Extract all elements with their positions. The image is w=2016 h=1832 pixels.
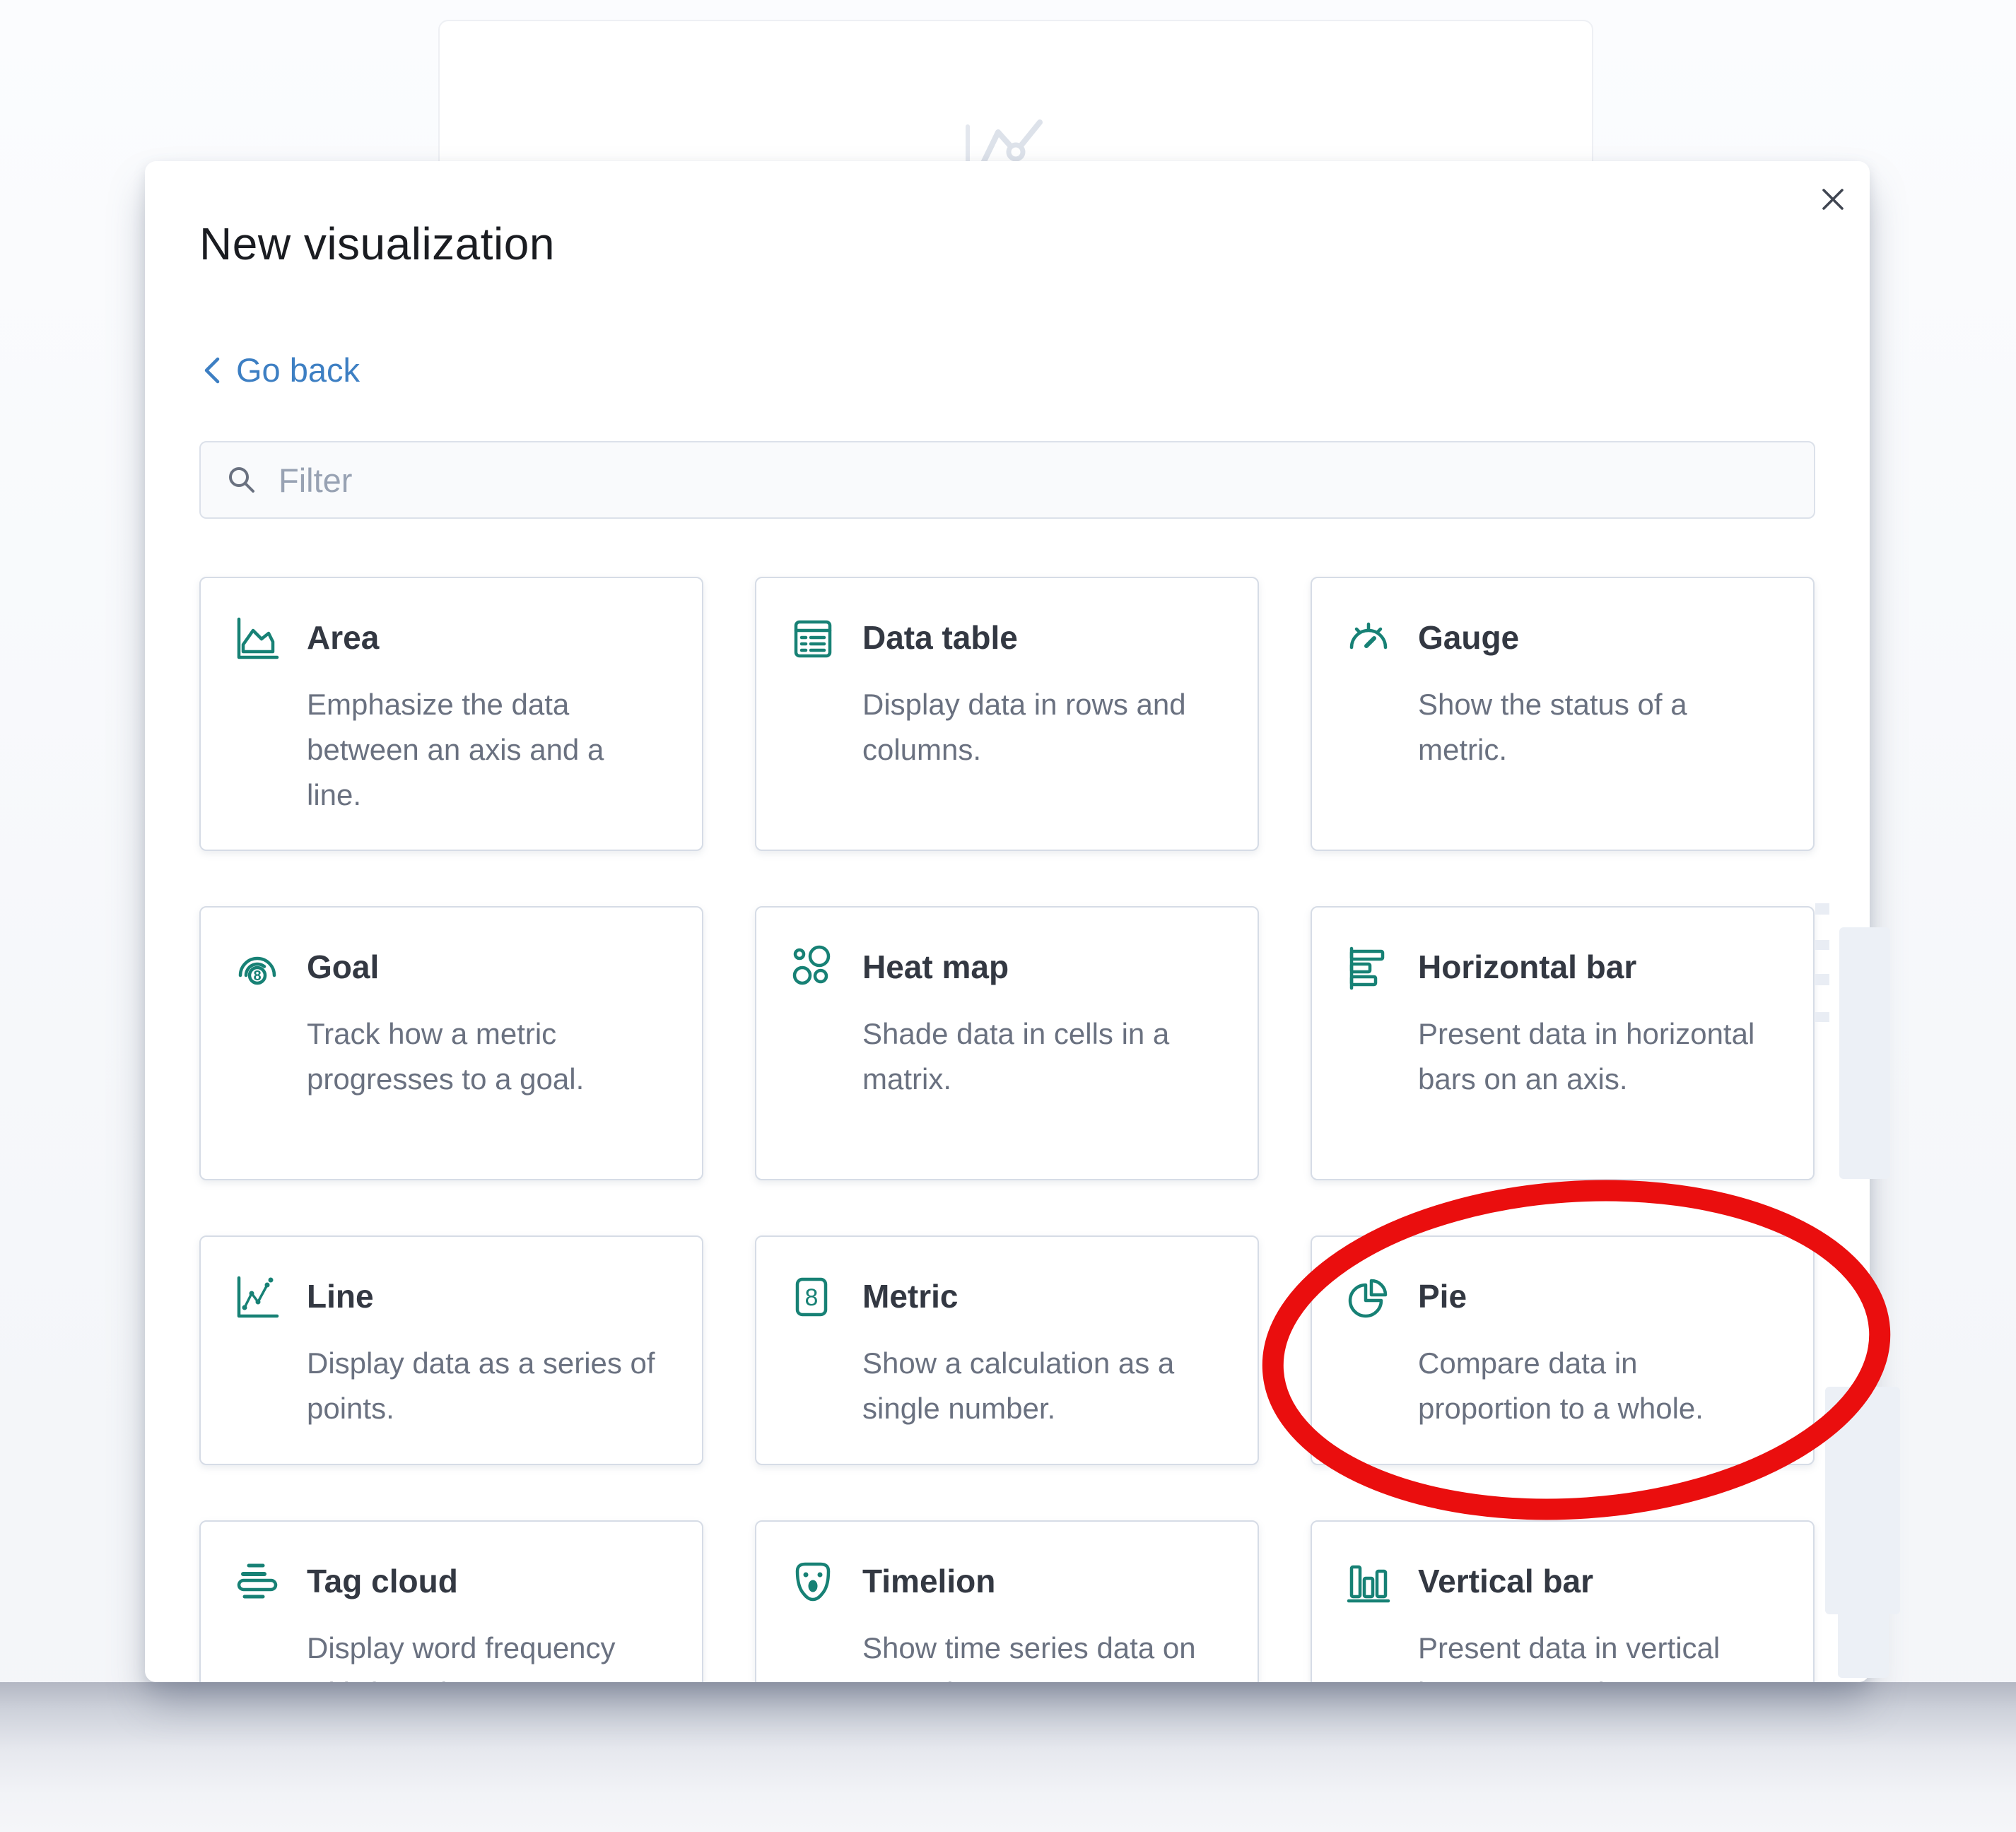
tag-cloud-icon: [232, 1557, 283, 1608]
card-desc: Show time series data on a graph.: [862, 1626, 1219, 1682]
card-desc: Show the status of a metric.: [1418, 682, 1775, 773]
faded-chart-fragment: [1815, 974, 1829, 985]
metric-icon: 8: [787, 1272, 838, 1323]
card-desc: Present data in horizontal bars on an ax…: [1418, 1011, 1775, 1102]
card-desc: Compare data in proportion to a whole.: [1418, 1341, 1775, 1431]
gauge-icon: [1343, 613, 1394, 664]
faded-chart-fragment: [1839, 927, 1890, 1179]
horizontal-bar-card[interactable]: Horizontal bar Present data in horizonta…: [1311, 906, 1815, 1180]
card-title: Timelion: [862, 1562, 1219, 1600]
area-icon: [232, 613, 283, 664]
card-title: Goal: [307, 948, 664, 986]
metric-card[interactable]: 8 Metric Show a calculation as a single …: [755, 1235, 1259, 1465]
goal-card[interactable]: 8 Goal Track how a metric progresses to …: [199, 906, 703, 1180]
card-title: Horizontal bar: [1418, 948, 1775, 986]
svg-text:8: 8: [805, 1284, 819, 1311]
data-table-icon: [787, 613, 838, 664]
faded-chart-fragment: [1838, 1527, 1889, 1678]
goal-icon: 8: [232, 943, 283, 994]
new-visualization-modal: New visualization Go back: [145, 161, 1870, 1682]
card-title: Metric: [862, 1277, 1219, 1315]
close-icon[interactable]: [1815, 181, 1851, 218]
data-table-card[interactable]: Data table Display data in rows and colu…: [755, 577, 1259, 851]
timelion-card[interactable]: Timelion Show time series data on a grap…: [755, 1520, 1259, 1682]
pie-card[interactable]: Pie Compare data in proportion to a whol…: [1311, 1235, 1815, 1465]
card-title: Pie: [1418, 1277, 1775, 1315]
search-icon: [225, 463, 259, 497]
tag-cloud-card[interactable]: Tag cloud Display word frequency with fo…: [199, 1520, 703, 1682]
pie-icon: [1343, 1272, 1394, 1323]
card-title: Data table: [862, 618, 1219, 657]
line-card[interactable]: Line Display data as a series of points.: [199, 1235, 703, 1465]
card-title: Line: [307, 1277, 664, 1315]
card-desc: Display data as a series of points.: [307, 1341, 664, 1431]
area-card[interactable]: Area Emphasize the data between an axis …: [199, 577, 703, 851]
line-icon: [232, 1272, 283, 1323]
filter-field: [199, 441, 1815, 519]
modal-drop-shadow: [0, 1682, 2016, 1832]
card-desc: Present data in vertical bars on an axis…: [1418, 1626, 1775, 1682]
vertical-bar-card[interactable]: Vertical bar Present data in vertical ba…: [1311, 1520, 1815, 1682]
card-title: Tag cloud: [307, 1562, 664, 1600]
card-title: Heat map: [862, 948, 1219, 986]
card-desc: Display word frequency with font size.: [307, 1626, 664, 1682]
faded-chart-fragment: [1815, 940, 1829, 950]
go-back-link[interactable]: Go back: [199, 351, 360, 389]
faded-chart-fragment: [1815, 1012, 1829, 1022]
card-desc: Show a calculation as a single number.: [862, 1341, 1219, 1431]
visualization-type-grid: Area Emphasize the data between an axis …: [199, 577, 1815, 1682]
heat-map-card[interactable]: Heat map Shade data in cells in a matrix…: [755, 906, 1259, 1180]
card-desc: Display data in rows and columns.: [862, 682, 1219, 773]
card-title: Vertical bar: [1418, 1562, 1775, 1600]
filter-input[interactable]: [277, 442, 1814, 518]
page-title: New visualization: [199, 218, 555, 270]
gauge-card[interactable]: Gauge Show the status of a metric.: [1311, 577, 1815, 851]
card-desc: Emphasize the data between an axis and a…: [307, 682, 664, 817]
card-desc: Track how a metric progresses to a goal.: [307, 1011, 664, 1102]
horizontal-bar-icon: [1343, 943, 1394, 994]
heat-map-icon: [787, 943, 838, 994]
chevron-left-icon: [199, 353, 223, 387]
svg-text:8: 8: [253, 968, 261, 984]
faded-chart-fragment: [1815, 903, 1829, 915]
vertical-bar-icon: [1343, 1557, 1394, 1608]
card-desc: Shade data in cells in a matrix.: [862, 1011, 1219, 1102]
card-title: Area: [307, 618, 664, 657]
card-title: Gauge: [1418, 618, 1775, 657]
go-back-label: Go back: [236, 351, 360, 389]
timelion-icon: [787, 1557, 838, 1608]
